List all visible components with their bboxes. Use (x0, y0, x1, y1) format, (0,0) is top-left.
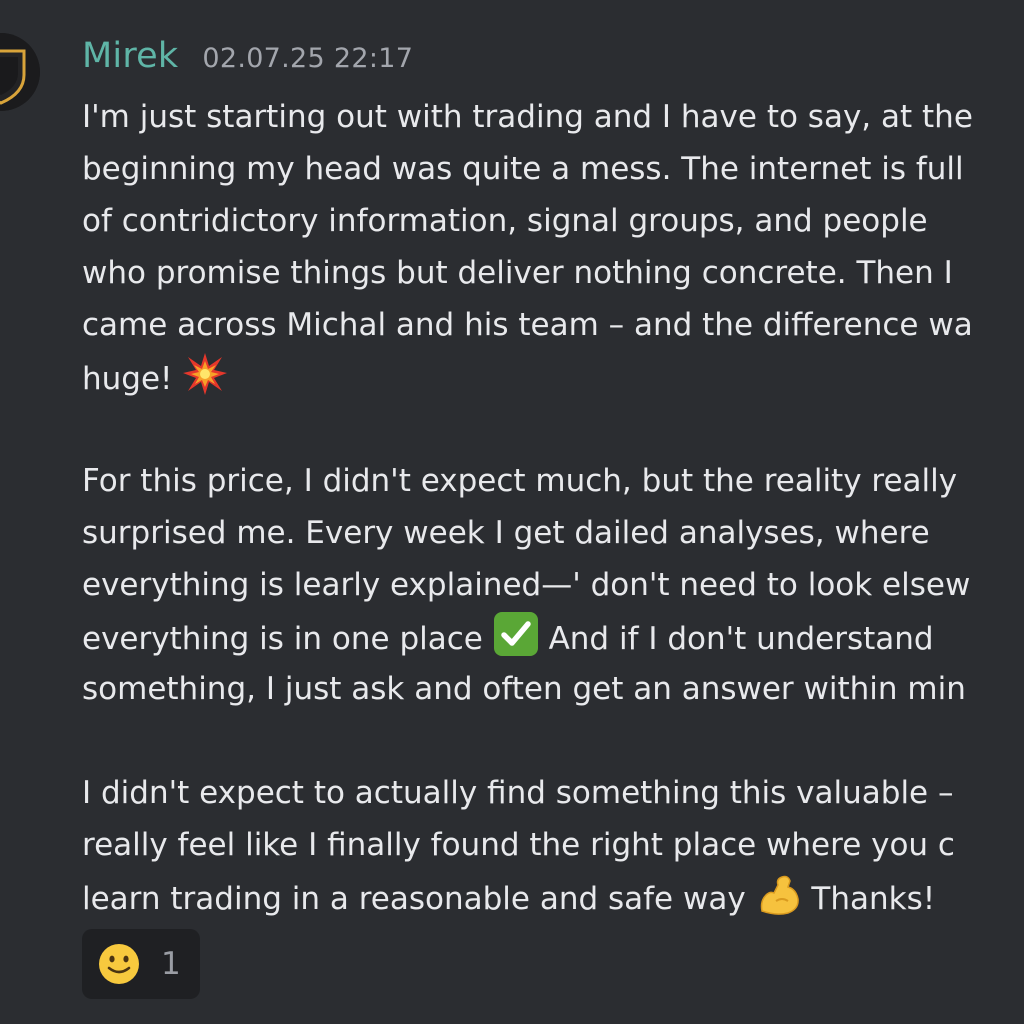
reaction-button[interactable]: 1 (82, 929, 200, 999)
message-line: For this price, I didn't expect much, bu… (82, 463, 958, 499)
slightly-smiling-face-emoji (97, 942, 141, 986)
message-line: I'm just starting out with trading and I… (82, 99, 973, 135)
collision-emoji (182, 351, 228, 397)
message-line: beginning my head was quite a mess. The … (82, 151, 964, 187)
message-content: I'm just starting out with trading and I… (82, 91, 1024, 921)
chat-message: Mirek 02.07.25 22:17 I'm just starting o… (0, 0, 1024, 1024)
message-timestamp: 02.07.25 22:17 (202, 43, 414, 74)
author-username[interactable]: Mirek (82, 36, 178, 76)
check-mark-button-emoji (493, 611, 539, 657)
message-line: surprised me. Every week I get dailed an… (82, 515, 930, 551)
message-line: huge! (82, 351, 1024, 403)
message-line: came across Michal and his team – and th… (82, 307, 973, 343)
message-line: I didn't expect to actually find somethi… (82, 775, 954, 811)
message-line: really feel like I finally found the rig… (82, 827, 955, 863)
message-line: who promise things but deliver nothing c… (82, 255, 953, 291)
shield-logo-icon (0, 33, 40, 111)
message-line: everything is learly explained—' don't n… (82, 567, 971, 603)
message-line: everything is in one place And if I don'… (82, 611, 1024, 663)
message-line: something, I just ask and often get an a… (82, 671, 966, 707)
message-line: learn trading in a reasonable and safe w… (82, 871, 1024, 921)
author-avatar[interactable] (0, 33, 40, 111)
message-header: Mirek 02.07.25 22:17 (82, 36, 413, 84)
message-text: Thanks! (811, 881, 936, 917)
flexed-biceps-emoji (756, 871, 802, 917)
message-text: everything is in one place (82, 621, 483, 657)
message-line: of contridictory information, signal gro… (82, 203, 928, 239)
message-text: learn trading in a reasonable and safe w… (82, 881, 746, 917)
message-text: huge! (82, 361, 173, 397)
reaction-count: 1 (161, 946, 181, 982)
message-text: And if I don't understand (548, 621, 934, 657)
